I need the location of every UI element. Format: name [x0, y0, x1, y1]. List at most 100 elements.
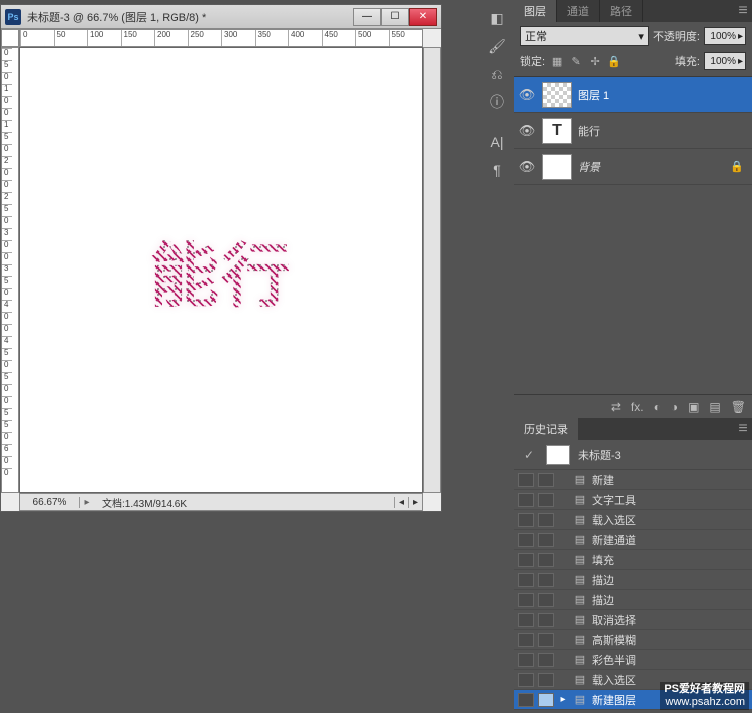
history-source-check[interactable] [518, 533, 534, 547]
history-step-name: 新建图层 [592, 692, 636, 708]
history-source-check[interactable] [518, 473, 534, 487]
layer-thumbnail[interactable]: T [542, 118, 572, 144]
watermark-line2: www.psahz.com [664, 696, 745, 709]
panel-menu-icon[interactable]: ≡ [734, 418, 752, 440]
snapshot-name: 未标题-3 [578, 447, 621, 463]
zoom-arrow-icon[interactable]: ▸ [80, 497, 94, 508]
snapshot-row[interactable]: ✓ 未标题-3 [514, 440, 752, 470]
history-step-icon: ▤ [572, 693, 588, 706]
history-state-box[interactable] [538, 633, 554, 647]
new-layer-icon[interactable]: ▤ [709, 400, 720, 414]
close-button[interactable]: ✕ [409, 8, 437, 26]
adjustment-layer-icon[interactable]: ◑ [671, 400, 678, 414]
history-state-box[interactable] [538, 673, 554, 687]
scroll-left-button[interactable]: ◂ [394, 497, 408, 508]
tab-paths[interactable]: 路径 [600, 0, 643, 22]
history-item[interactable]: ▤取消选择 [514, 610, 752, 630]
ruler-corner[interactable] [1, 29, 19, 47]
layers-footer: ⇄ fx. ◐ ◑ ▣ ▤ 🗑 [514, 394, 752, 418]
history-source-check[interactable] [518, 693, 534, 707]
lock-pixels-icon[interactable]: ✎ [568, 53, 584, 69]
canvas[interactable]: 能行 [19, 47, 423, 493]
history-state-box[interactable] [538, 513, 554, 527]
history-source-check[interactable] [518, 553, 534, 567]
paragraph-icon[interactable]: ¶ [484, 157, 510, 183]
scroll-right-button[interactable]: ▸ [408, 497, 422, 508]
blend-mode-select[interactable]: 正常▾ [520, 26, 649, 46]
history-source-check[interactable] [518, 493, 534, 507]
lock-all-icon[interactable]: 🔒 [606, 53, 622, 69]
opacity-label: 不透明度: [653, 28, 700, 44]
lock-position-icon[interactable]: ✢ [587, 53, 603, 69]
history-step-icon: ▤ [572, 553, 588, 566]
history-source-check[interactable] [518, 573, 534, 587]
panel-menu-icon[interactable]: ≡ [734, 0, 752, 22]
history-item[interactable]: ▤高斯模糊 [514, 630, 752, 650]
history-state-box[interactable] [538, 553, 554, 567]
lock-transparent-icon[interactable]: ▦ [549, 53, 565, 69]
delete-layer-icon[interactable]: 🗑 [731, 400, 746, 414]
character-icon[interactable]: A| [484, 129, 510, 155]
layer-row[interactable]: 👁 图层 1 [514, 77, 752, 113]
layer-name[interactable]: 背景 [578, 159, 724, 175]
link-layers-icon[interactable]: ⇄ [611, 400, 621, 414]
history-item[interactable]: ▤描边 [514, 590, 752, 610]
history-brush-icon[interactable]: ✓ [520, 446, 538, 464]
history-item[interactable]: ▤新建 [514, 470, 752, 490]
history-source-check[interactable] [518, 513, 534, 527]
history-state-box[interactable] [538, 693, 554, 707]
history-item[interactable]: ▤彩色半调 [514, 650, 752, 670]
chevron-down-icon: ▸ [738, 56, 743, 67]
layer-fx-icon[interactable]: fx. [631, 400, 644, 414]
history-source-check[interactable] [518, 653, 534, 667]
history-item[interactable]: ▤新建通道 [514, 530, 752, 550]
doc-info[interactable]: 文档:1.43M/914.6K [94, 495, 394, 510]
fill-input[interactable]: 100%▸ [704, 52, 746, 70]
history-source-check[interactable] [518, 673, 534, 687]
info-icon[interactable]: ⓘ [484, 89, 510, 115]
history-panel: 历史记录 ≡ ✓ 未标题-3 ▤新建▤文字工具▤载入选区▤新建通道▤填充▤描边▤… [514, 418, 752, 713]
opacity-input[interactable]: 100%▸ [704, 27, 746, 45]
layer-thumbnail[interactable] [542, 154, 572, 180]
visibility-toggle[interactable]: 👁 [518, 158, 536, 176]
history-state-box[interactable] [538, 593, 554, 607]
minimize-button[interactable]: — [353, 8, 381, 26]
history-item[interactable]: ▤描边 [514, 570, 752, 590]
tab-channels[interactable]: 通道 [557, 0, 600, 22]
history-state-box[interactable] [538, 533, 554, 547]
history-item[interactable]: ▤载入选区 [514, 510, 752, 530]
layer-mask-icon[interactable]: ◐ [654, 400, 661, 414]
layer-name[interactable]: 能行 [578, 123, 748, 139]
history-state-box[interactable] [538, 653, 554, 667]
layer-group-icon[interactable]: ▣ [688, 400, 699, 414]
scrollbar-vertical[interactable] [423, 47, 441, 493]
zoom-display[interactable]: 66.67% [20, 497, 80, 508]
layer-thumbnail[interactable] [542, 82, 572, 108]
layer-row[interactable]: 👁背景🔒 [514, 149, 752, 185]
history-item[interactable]: ▤填充 [514, 550, 752, 570]
layer-name[interactable]: 图层 1 [578, 87, 748, 103]
visibility-toggle[interactable]: 👁 [518, 86, 536, 104]
history-state-box[interactable] [538, 573, 554, 587]
swatches-icon[interactable]: ◧ [484, 5, 510, 31]
ruler-vertical[interactable]: 050100150200250300350400450500550600 [1, 47, 19, 493]
history-item[interactable]: ▤文字工具 [514, 490, 752, 510]
history-state-box[interactable] [538, 613, 554, 627]
history-source-check[interactable] [518, 593, 534, 607]
history-source-check[interactable] [518, 633, 534, 647]
history-state-box[interactable] [538, 473, 554, 487]
ruler-horizontal[interactable]: 050100150200250300350400450500550 [19, 29, 423, 47]
history-source-check[interactable] [518, 613, 534, 627]
titlebar[interactable]: Ps 未标题-3 @ 66.7% (图层 1, RGB/8) * — ☐ ✕ [1, 5, 441, 29]
history-state-box[interactable] [538, 493, 554, 507]
brush-icon[interactable]: 🖌 [484, 33, 510, 59]
tab-history[interactable]: 历史记录 [514, 418, 578, 440]
layer-row[interactable]: 👁 T 能行 [514, 113, 752, 149]
visibility-toggle[interactable]: 👁 [518, 122, 536, 140]
history-step-icon: ▤ [572, 533, 588, 546]
window-title: 未标题-3 @ 66.7% (图层 1, RGB/8) * [27, 9, 353, 25]
clone-icon[interactable]: ⎌ [484, 61, 510, 87]
maximize-button[interactable]: ☐ [381, 8, 409, 26]
layer-list: 👁图层 1👁T能行👁背景🔒 [514, 77, 752, 394]
tab-layers[interactable]: 图层 [514, 0, 557, 22]
